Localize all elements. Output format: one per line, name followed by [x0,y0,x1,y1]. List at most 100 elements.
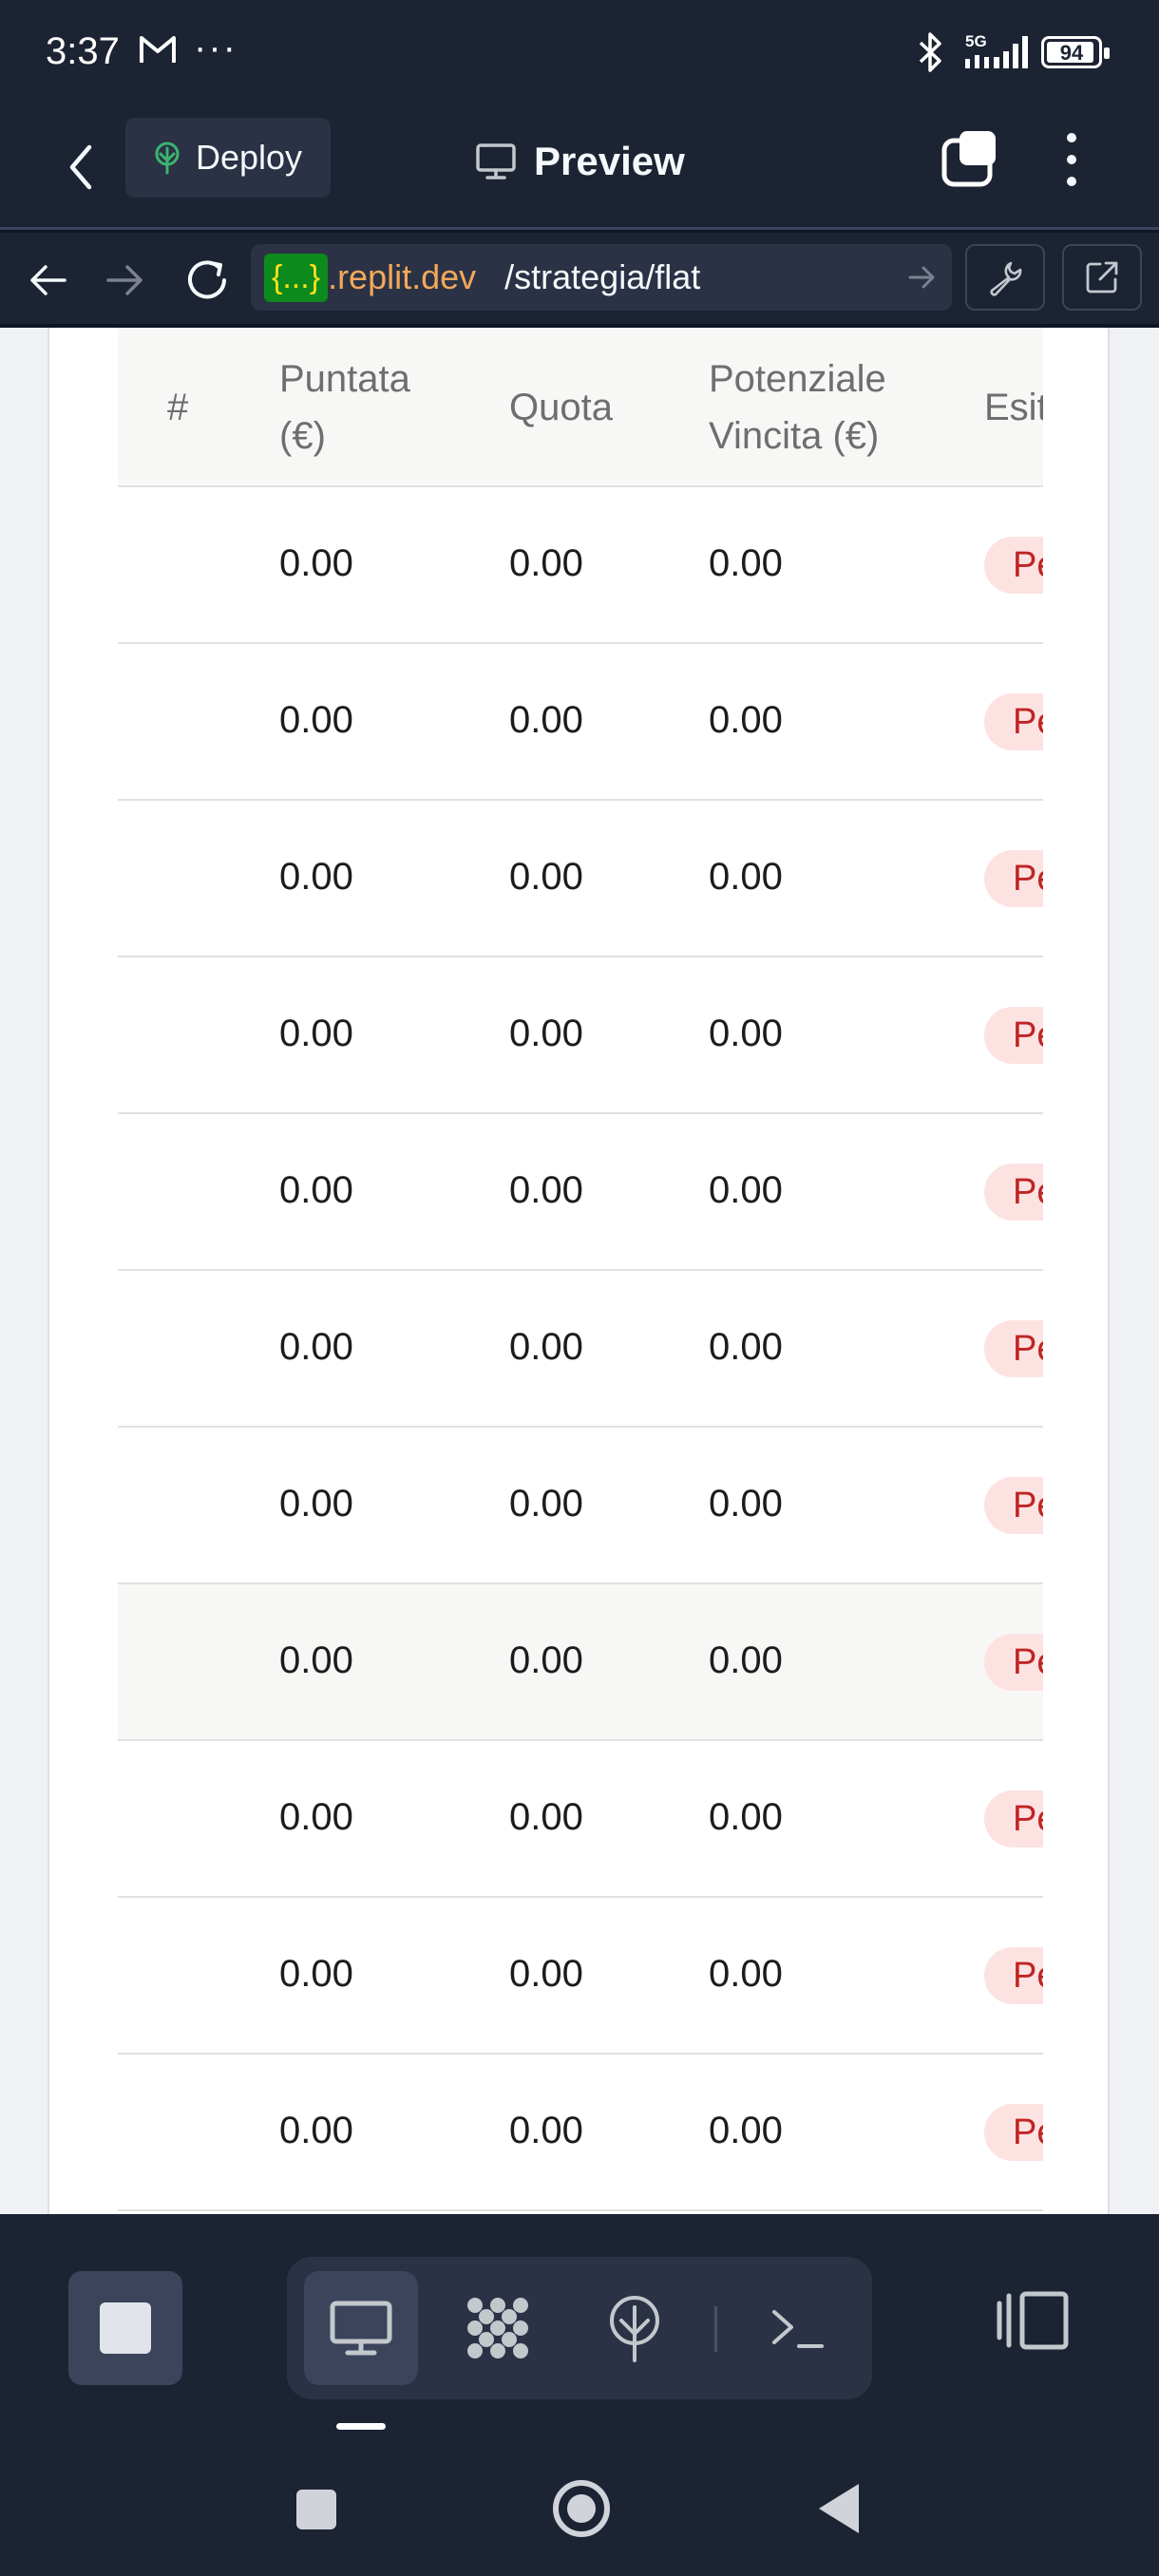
table-row[interactable]: 0.00 0.00 0.00 Pe [118,801,1043,957]
page-title: Preview [534,139,685,183]
status-time: 3:37 [46,30,120,72]
url-bar: {...} .replit.dev /strategia/flat [0,233,1159,326]
cell-odds: 0.00 [509,2110,583,2151]
arrow-right-icon [106,265,142,295]
bluetooth-icon [916,30,944,79]
more-options-button[interactable] [1054,129,1089,190]
cell-stake: 0.00 [279,856,353,898]
monitor-icon [476,143,516,180]
status-bar: 3:37 ··· 5G 94 [0,0,1159,104]
table-row[interactable]: 0.00 0.00 0.00 Pe [118,1898,1043,2055]
go-arrow-icon[interactable] [904,260,939,303]
cell-stake: 0.00 [279,1796,353,1838]
cell-stake: 0.00 [279,1953,353,1995]
reload-button[interactable] [180,254,234,307]
agent-tab[interactable] [441,2271,555,2385]
preview-content: # Puntata (€) Quota Potenziale Vincita (… [0,328,1159,2227]
cell-odds: 0.00 [509,1639,583,1681]
cell-potential-win: 0.00 [709,856,783,898]
status-badge: Pe [984,1007,1043,1064]
cell-potential-win: 0.00 [709,1169,783,1211]
cell-odds: 0.00 [509,1483,583,1525]
view-switcher [287,2257,872,2399]
column-header-win-line1: Potenziale [709,358,886,400]
preview-tab[interactable] [304,2271,418,2385]
cell-odds: 0.00 [509,542,583,584]
kebab-dot [1067,133,1076,142]
system-back-button[interactable] [819,2484,859,2533]
table-row[interactable]: 0.00 0.00 0.00 Pe [118,644,1043,801]
url-host: .replit.dev [328,257,477,296]
cell-odds: 0.00 [509,1796,583,1838]
deploy-icon [610,2296,659,2362]
devtools-button[interactable] [965,244,1045,311]
cell-potential-win: 0.00 [709,542,783,584]
replit-toolbar [0,2214,1159,2433]
status-badge: Pe [984,1634,1043,1691]
home-button[interactable] [553,2480,610,2537]
column-header-stake-line2: (€) [279,415,326,457]
battery-level: 94 [1059,41,1084,65]
preview-title: Preview [475,131,685,192]
panel-toggle-button[interactable] [996,2282,1072,2358]
arrow-left-icon [30,265,66,295]
system-navigation-bar [0,2433,1159,2576]
cell-potential-win: 0.00 [709,1953,783,1995]
status-badge: Pe [984,537,1043,594]
cell-stake: 0.00 [279,1013,353,1054]
table-row[interactable]: 0.00 0.00 0.00 Pe [118,1741,1043,1898]
status-badge: Pe [984,850,1043,907]
gmail-icon [139,34,177,69]
app-header: Deploy Preview [0,104,1159,230]
open-new-tab-button[interactable] [1062,244,1142,311]
cell-odds: 0.00 [509,1013,583,1054]
reload-icon [188,260,226,299]
cell-potential-win: 0.00 [709,1483,783,1525]
cell-stake: 0.00 [279,1326,353,1368]
stop-button[interactable] [68,2271,182,2385]
bets-table[interactable]: # Puntata (€) Quota Potenziale Vincita (… [118,328,1043,2227]
kebab-dot [1067,177,1076,186]
url-field[interactable]: {...} .replit.dev /strategia/flat [251,244,952,311]
column-header-odds[interactable]: Quota [509,379,613,436]
column-header-outcome[interactable]: Esit [984,379,1043,436]
status-badge: Pe [984,1320,1043,1377]
cell-stake: 0.00 [279,2110,353,2151]
cell-odds: 0.00 [509,1953,583,1995]
deployments-tab[interactable] [578,2271,692,2385]
stop-icon [100,2302,151,2354]
table-row[interactable]: 0.00 0.00 0.00 Pe [118,487,1043,644]
cell-potential-win: 0.00 [709,1013,783,1054]
agent-icon [467,2298,528,2358]
table-row[interactable]: 0.00 0.00 0.00 Pe [118,1428,1043,1584]
cell-stake: 0.00 [279,1639,353,1681]
back-button[interactable] [55,131,106,203]
browser-forward-button[interactable] [101,256,150,305]
terminal-icon [772,2310,824,2348]
table-row[interactable]: 0.00 0.00 0.00 Pe [118,957,1043,1114]
external-link-icon [1086,261,1118,294]
column-header-win-line2: Vincita (€) [709,415,880,457]
cell-odds: 0.00 [509,699,583,741]
cell-odds: 0.00 [509,1326,583,1368]
shell-tab[interactable] [741,2271,855,2385]
cell-stake: 0.00 [279,1483,353,1525]
table-row[interactable]: 0.00 0.00 0.00 Pe [118,1271,1043,1428]
cell-potential-win: 0.00 [709,1639,783,1681]
browser-back-button[interactable] [23,256,72,305]
table-row-hovered[interactable]: 0.00 0.00 0.00 Pe [118,1584,1043,1741]
table-row[interactable]: 0.00 0.00 0.00 Pe [118,2055,1043,2211]
column-header-number[interactable]: # [167,379,188,436]
deploy-button[interactable]: Deploy [125,118,331,198]
table-header: # Puntata (€) Quota Potenziale Vincita (… [118,328,1043,487]
cell-odds: 0.00 [509,1169,583,1211]
network-type: 5G [965,32,987,50]
tabs-button[interactable] [940,129,999,188]
column-header-stake[interactable]: Puntata (€) [279,350,469,464]
url-badge: {...} [264,253,329,302]
column-header-potential-win[interactable]: Potenziale Vincita (€) [709,350,956,464]
recent-apps-button[interactable] [296,2490,336,2529]
kebab-dot [1067,155,1076,164]
table-row[interactable]: 0.00 0.00 0.00 Pe [118,1114,1043,1271]
status-badge: Pe [984,1790,1043,1847]
